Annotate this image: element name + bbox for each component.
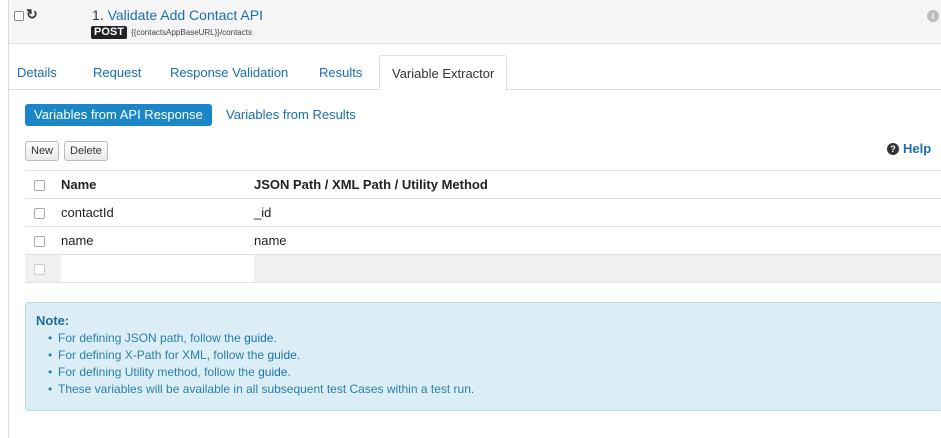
delete-button[interactable]: Delete [64, 141, 108, 161]
guide-link-json[interactable]: guide [244, 331, 273, 345]
tab-response-validation[interactable]: Response Validation [170, 55, 288, 90]
row-checkbox[interactable] [34, 236, 45, 248]
new-variable-row [25, 254, 941, 283]
subtab-variables-from-results[interactable]: Variables from Results [226, 104, 356, 126]
column-header-name: Name [61, 170, 254, 199]
row-checkbox[interactable] [34, 264, 45, 276]
help-label: Help [903, 141, 932, 156]
variable-path-cell[interactable]: name [254, 226, 941, 255]
variables-table: Name JSON Path / XML Path / Utility Meth… [25, 170, 941, 283]
select-all-checkbox[interactable] [34, 180, 45, 192]
refresh-icon[interactable]: ↻ [26, 6, 38, 23]
test-case-checkbox[interactable] [14, 11, 24, 21]
help-icon: ? [887, 143, 899, 155]
test-case-panel: ↻ 1. Validate Add Contact API POST {{con… [8, 0, 941, 438]
tab-request[interactable]: Request [93, 55, 141, 90]
test-case-header: ↻ 1. Validate Add Contact API POST {{con… [9, 0, 941, 44]
table-header-row: Name JSON Path / XML Path / Utility Meth… [25, 170, 941, 199]
variable-name-cell[interactable]: contactId [61, 198, 254, 227]
help-link[interactable]: ? Help [887, 141, 931, 156]
info-icon[interactable]: i [927, 10, 939, 22]
new-variable-name-input[interactable] [61, 254, 254, 283]
variable-name-cell[interactable]: name [61, 226, 254, 255]
note-title: Note: [36, 313, 70, 328]
table-row: name name [25, 226, 941, 255]
new-button[interactable]: New [25, 141, 60, 161]
variable-path-cell[interactable]: _id [254, 198, 941, 227]
note-box: Note: For defining JSON path, follow the… [25, 302, 941, 411]
note-item: For defining X-Path for XML, follow the … [48, 347, 931, 364]
method-badge: POST [91, 26, 127, 39]
note-list: For defining JSON path, follow the guide… [36, 330, 931, 398]
column-header-path: JSON Path / XML Path / Utility Method [254, 170, 941, 199]
guide-link-xpath[interactable]: guide [267, 348, 296, 362]
tab-details[interactable]: Details [17, 55, 57, 90]
test-case-title: 1. Validate Add Contact API [92, 7, 263, 23]
test-title-link[interactable]: Validate Add Contact API [108, 7, 263, 23]
subtab-variables-from-api-response[interactable]: Variables from API Response [25, 104, 212, 126]
request-url: {{contactsAppBaseURL}}/contacts [131, 28, 252, 37]
table-row: contactId _id [25, 198, 941, 227]
note-item: These variables will be available in all… [48, 381, 931, 398]
note-item: For defining JSON path, follow the guide… [48, 330, 931, 347]
row-checkbox[interactable] [34, 208, 45, 220]
tab-bar: Details Request Response Validation Resu… [9, 55, 941, 91]
guide-link-utility[interactable]: guide [258, 365, 287, 379]
new-variable-path-input[interactable] [254, 254, 941, 283]
test-number: 1. [92, 7, 104, 23]
tab-variable-extractor[interactable]: Variable Extractor [379, 55, 508, 91]
note-item: For defining Utility method, follow the … [48, 364, 931, 381]
tab-results[interactable]: Results [319, 55, 362, 90]
